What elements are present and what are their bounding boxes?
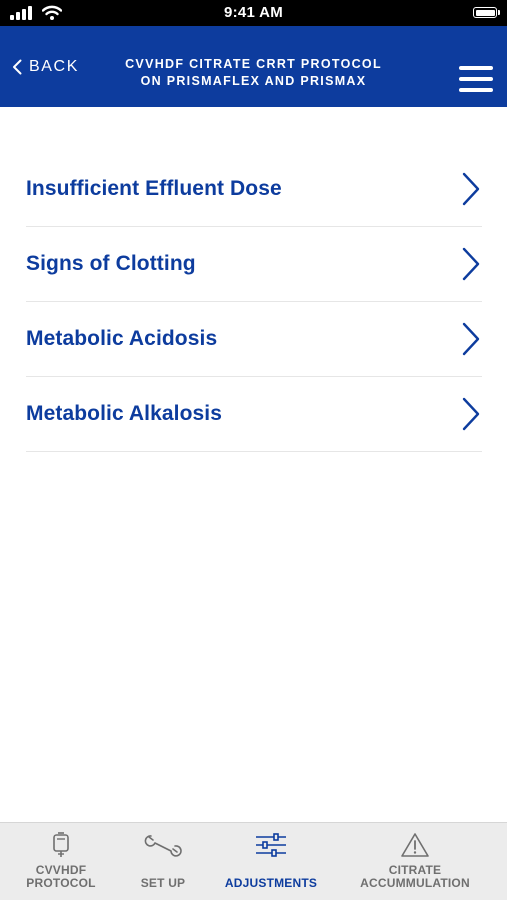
chevron-right-icon — [462, 172, 480, 206]
tab-citrate-accummulation[interactable]: CITRATE ACCUMMULATION — [356, 823, 474, 901]
battery-icon — [473, 7, 500, 18]
warning-icon — [401, 833, 429, 857]
wrench-icon — [144, 835, 182, 857]
page-title-line-2: ON PRISMAFLEX AND PRISMAX — [140, 74, 367, 88]
tab-adjustments[interactable]: ADJUSTMENTS — [218, 823, 324, 901]
chevron-right-icon — [462, 397, 480, 431]
list-item-metabolic-alkalosis[interactable]: Metabolic Alkalosis — [26, 377, 482, 452]
page-title-line-1: CVVHDF CITRATE CRRT PROTOCOL — [125, 57, 382, 71]
iv-bag-icon — [53, 832, 69, 857]
status-bar: 9:41 AM — [0, 0, 507, 26]
list-item-label: Metabolic Acidosis — [26, 327, 218, 350]
list-item-label: Signs of Clotting — [26, 252, 196, 275]
list-item-label: Metabolic Alkalosis — [26, 402, 223, 425]
tab-cvvhdf-protocol[interactable]: CVVHDF PROTOCOL — [10, 823, 112, 901]
tab-label-line-2: PROTOCOL — [26, 876, 96, 890]
list-item-metabolic-acidosis[interactable]: Metabolic Acidosis — [26, 302, 482, 377]
bottom-tab-bar: CVVHDF PROTOCOL SET UP ADJUSTMENTS CITRA — [0, 822, 507, 900]
back-label: BACK — [29, 58, 79, 75]
tab-label: ADJUSTMENTS — [224, 876, 318, 890]
chevron-right-icon — [462, 322, 480, 356]
hamburger-menu-icon[interactable] — [459, 66, 493, 92]
app-header: BACK CVVHDF CITRATE CRRT PROTOCOL ON PRI… — [0, 26, 507, 107]
list-item-insufficient-effluent-dose[interactable]: Insufficient Effluent Dose — [26, 152, 482, 227]
tab-set-up[interactable]: SET UP — [121, 823, 205, 901]
list-item-label: Insufficient Effluent Dose — [26, 177, 282, 200]
list-item-signs-of-clotting[interactable]: Signs of Clotting — [26, 227, 482, 302]
back-button[interactable]: BACK — [12, 58, 79, 76]
tab-label-line-2: ACCUMMULATION — [360, 876, 470, 890]
status-time: 9:41 AM — [223, 4, 284, 21]
adjustments-list: Insufficient Effluent Dose Signs of Clot… — [26, 152, 482, 452]
chevron-right-icon — [462, 247, 480, 281]
chevron-left-icon — [13, 59, 22, 75]
page-title: CVVHDF CITRATE CRRT PROTOCOL ON PRISMAFL… — [110, 56, 397, 90]
sliders-icon — [256, 833, 286, 857]
tab-label: SET UP — [140, 876, 186, 890]
